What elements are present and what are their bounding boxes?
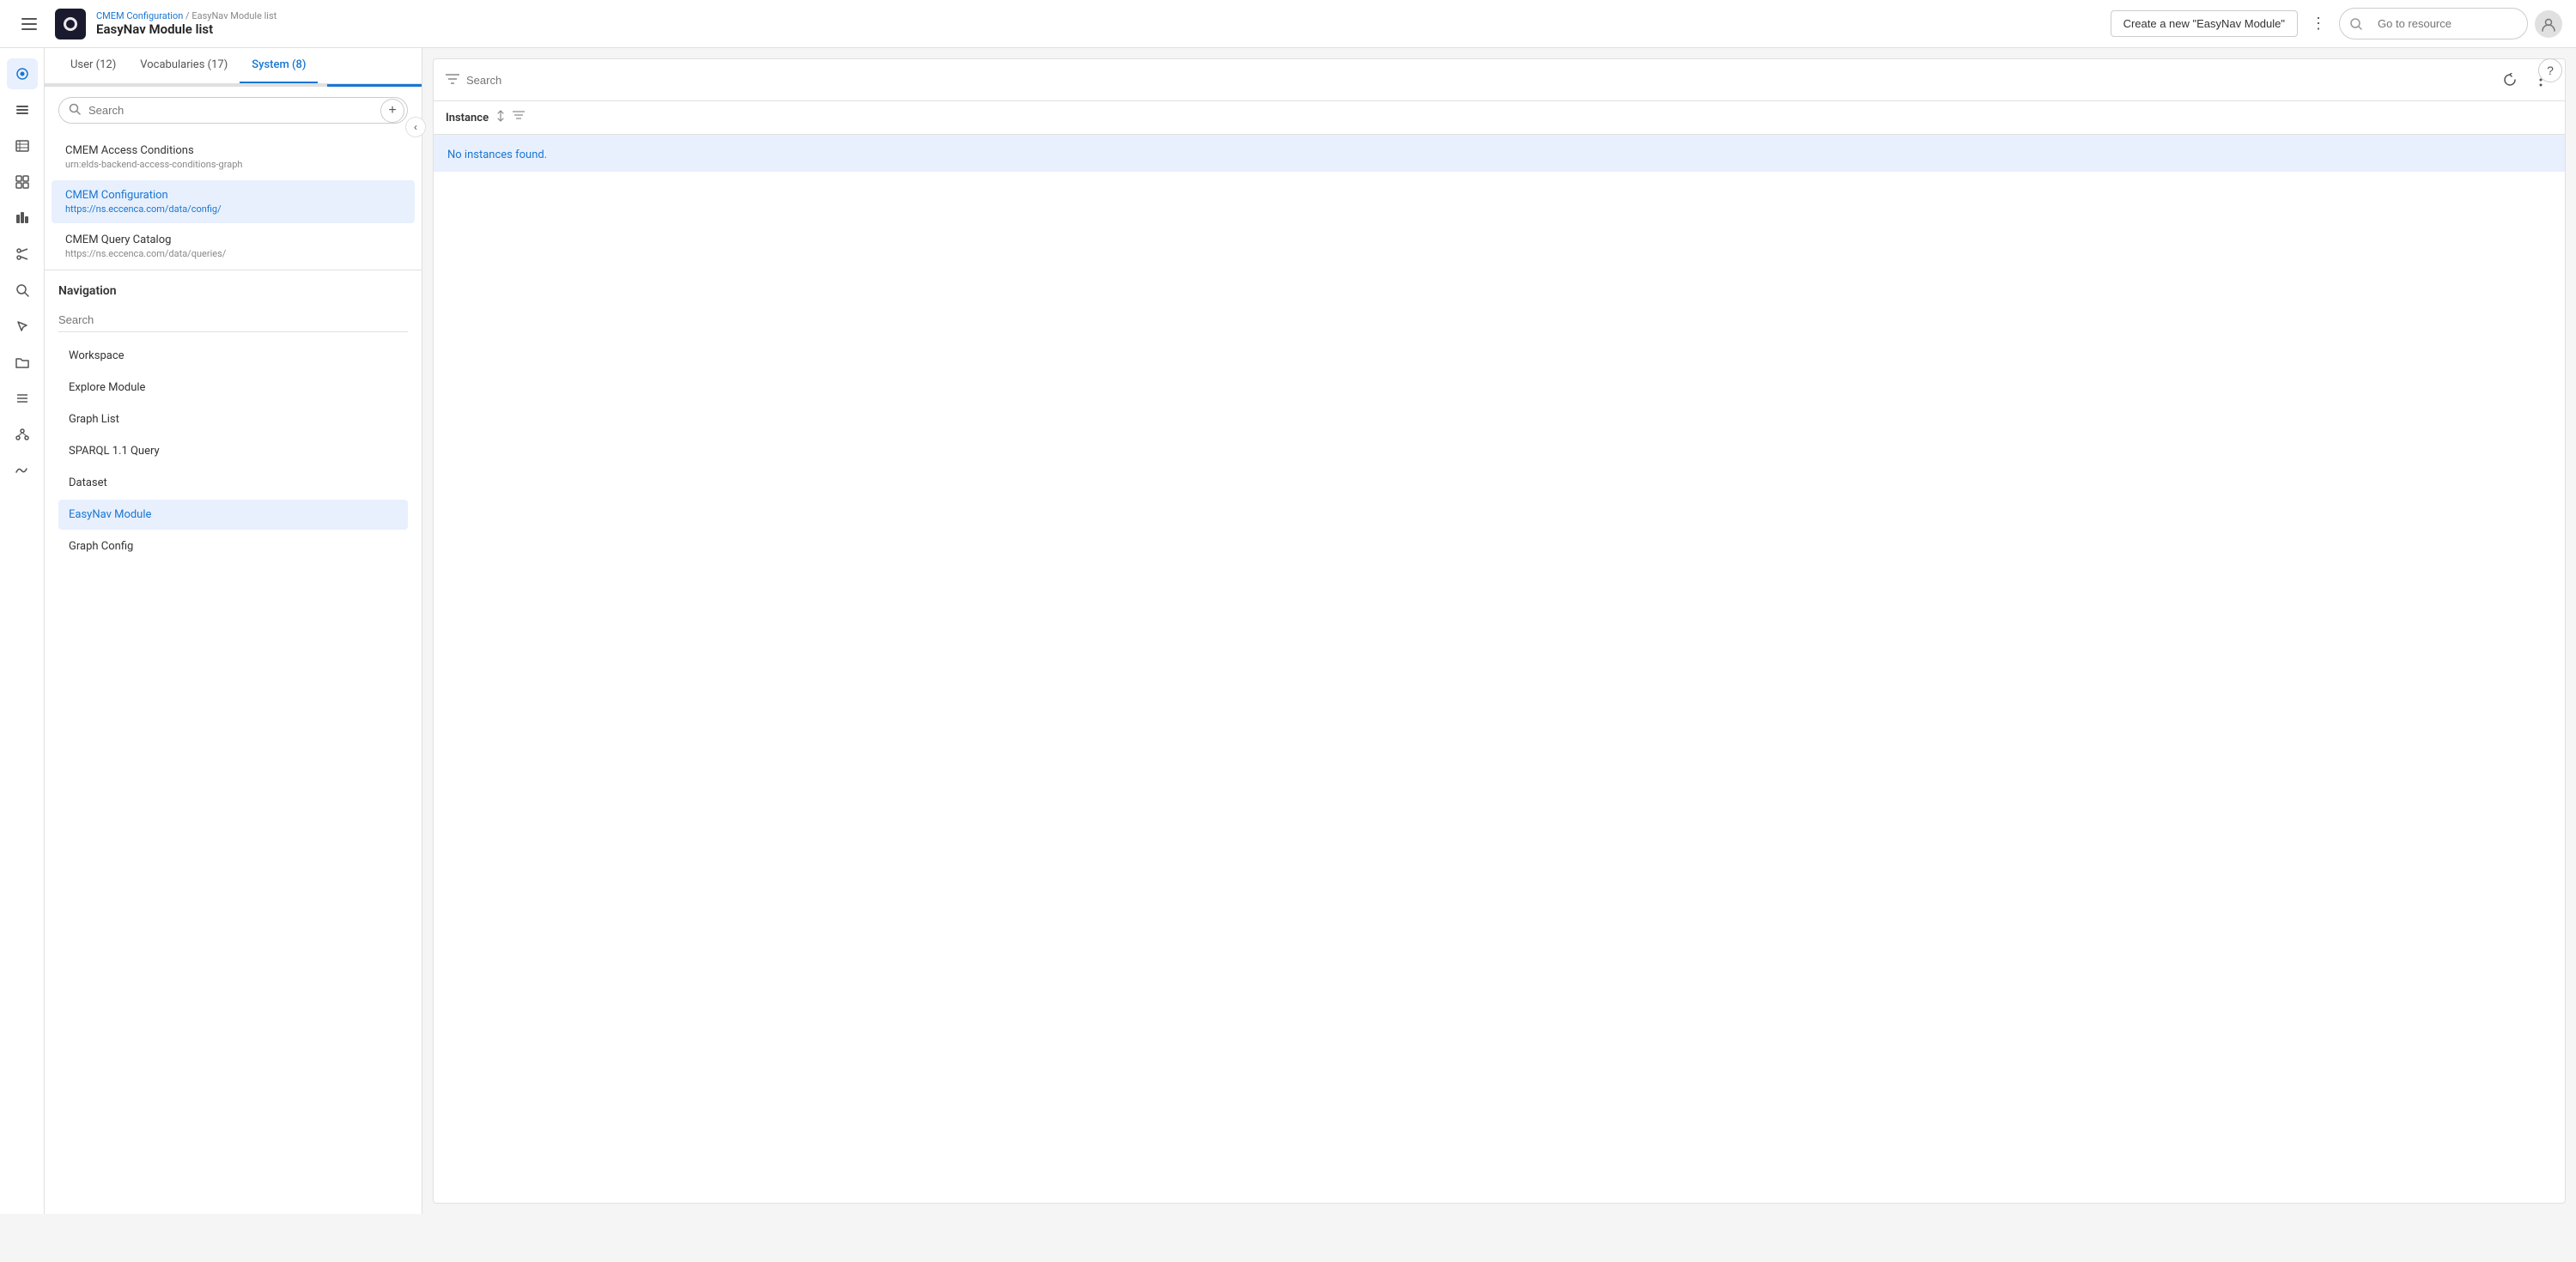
left-panel: ‹ User (12) Vocabularies (17) System (8) xyxy=(45,48,422,1214)
nav-item-graph-config[interactable]: Graph Config xyxy=(58,531,408,561)
filter-icon xyxy=(446,72,459,88)
navigation-search-input[interactable] xyxy=(58,308,408,332)
tab-vocabularies[interactable]: Vocabularies (17) xyxy=(128,48,240,83)
avatar[interactable] xyxy=(2535,10,2562,38)
right-panel-search-input[interactable] xyxy=(466,74,2491,87)
sidebar-icons xyxy=(0,48,45,1214)
panel-search-input[interactable] xyxy=(58,97,408,124)
right-panel: Instance xyxy=(422,48,2576,1214)
breadcrumb: CMEM Configuration / EasyNav Module list… xyxy=(96,10,2100,37)
hamburger-menu-button[interactable] xyxy=(14,9,45,39)
nav-item-workspace[interactable]: Workspace xyxy=(58,341,408,371)
sidebar-item-analytics[interactable] xyxy=(7,203,38,234)
tab-user[interactable]: User (12) xyxy=(58,48,128,83)
sort-icon[interactable] xyxy=(495,110,506,125)
app-header: CMEM Configuration / EasyNav Module list… xyxy=(0,0,2576,48)
instance-column-label: Instance xyxy=(446,112,489,124)
list-item-title: CMEM Configuration xyxy=(65,189,401,202)
tab-system[interactable]: System (8) xyxy=(240,48,318,83)
panel-search-container: + xyxy=(45,87,422,134)
nav-item-explore-module[interactable]: Explore Module xyxy=(58,373,408,403)
sidebar-item-folder[interactable] xyxy=(7,347,38,378)
list-item-title: CMEM Query Catalog xyxy=(65,234,401,246)
filter-column-icon[interactable] xyxy=(513,111,525,124)
panel-search-icon xyxy=(69,103,81,118)
header-more-button[interactable]: ⋮ xyxy=(2305,10,2332,38)
app-logo xyxy=(55,9,86,39)
sidebar-item-search[interactable] xyxy=(7,275,38,306)
sidebar-item-graph[interactable] xyxy=(7,419,38,450)
nav-item-dataset[interactable]: Dataset xyxy=(58,468,408,498)
help-button[interactable]: ? xyxy=(2538,58,2562,82)
list-item[interactable]: CMEM Configuration https://ns.eccenca.co… xyxy=(52,180,415,223)
list-item-subtitle: https://ns.eccenca.com/data/config/ xyxy=(65,203,401,215)
navigation-section: Navigation Workspace Explore Module Grap… xyxy=(45,270,422,1214)
tabs-bar: User (12) Vocabularies (17) System (8) xyxy=(45,48,422,84)
right-panel-inner: Instance xyxy=(433,58,2566,1204)
global-search-icon xyxy=(2350,18,2362,30)
nav-item-sparql-query[interactable]: SPARQL 1.1 Query xyxy=(58,436,408,466)
create-button[interactable]: Create a new "EasyNav Module" xyxy=(2111,10,2298,37)
sidebar-item-dataset[interactable] xyxy=(7,130,38,161)
list-item[interactable]: CMEM Access Conditions urn:elds-backend-… xyxy=(52,136,415,179)
no-instances-text: No instances found. xyxy=(447,149,547,161)
sidebar-item-scissors[interactable] xyxy=(7,239,38,270)
nav-item-graph-list[interactable]: Graph List xyxy=(58,404,408,434)
navigation-title: Navigation xyxy=(58,284,408,298)
no-instances-row: No instances found. xyxy=(434,135,2565,172)
sidebar-item-signal[interactable] xyxy=(7,455,38,486)
list-items: CMEM Access Conditions urn:elds-backend-… xyxy=(45,134,422,270)
list-item-subtitle: https://ns.eccenca.com/data/queries/ xyxy=(65,248,401,259)
breadcrumb-parent-link[interactable]: CMEM Configuration xyxy=(96,10,183,21)
right-panel-toolbar xyxy=(434,59,2565,101)
nav-item-easynav-module[interactable]: EasyNav Module xyxy=(58,500,408,530)
instance-header-row: Instance xyxy=(434,101,2565,135)
sidebar-item-list[interactable] xyxy=(7,94,38,125)
global-search-box xyxy=(2339,8,2528,39)
list-item[interactable]: CMEM Query Catalog https://ns.eccenca.co… xyxy=(52,225,415,268)
global-search-input[interactable] xyxy=(2367,13,2505,34)
sidebar-item-home[interactable] xyxy=(7,58,38,89)
list-item-subtitle: urn:elds-backend-access-conditions-graph xyxy=(65,159,401,170)
page-title: EasyNav Module list xyxy=(96,21,2100,37)
breadcrumb-child: EasyNav Module list xyxy=(191,10,276,21)
sidebar-item-charts[interactable] xyxy=(7,167,38,197)
refresh-button[interactable] xyxy=(2498,68,2522,92)
main-layout: ‹ User (12) Vocabularies (17) System (8) xyxy=(0,48,2576,1214)
main-content: ‹ User (12) Vocabularies (17) System (8) xyxy=(45,48,2576,1214)
collapse-panel-button[interactable]: ‹ xyxy=(405,117,422,137)
sidebar-item-pointer[interactable] xyxy=(7,311,38,342)
header-actions: Create a new "EasyNav Module" ⋮ xyxy=(2111,8,2562,39)
list-item-title: CMEM Access Conditions xyxy=(65,144,401,157)
sidebar-item-layers[interactable] xyxy=(7,383,38,414)
add-item-button[interactable]: + xyxy=(380,99,404,123)
